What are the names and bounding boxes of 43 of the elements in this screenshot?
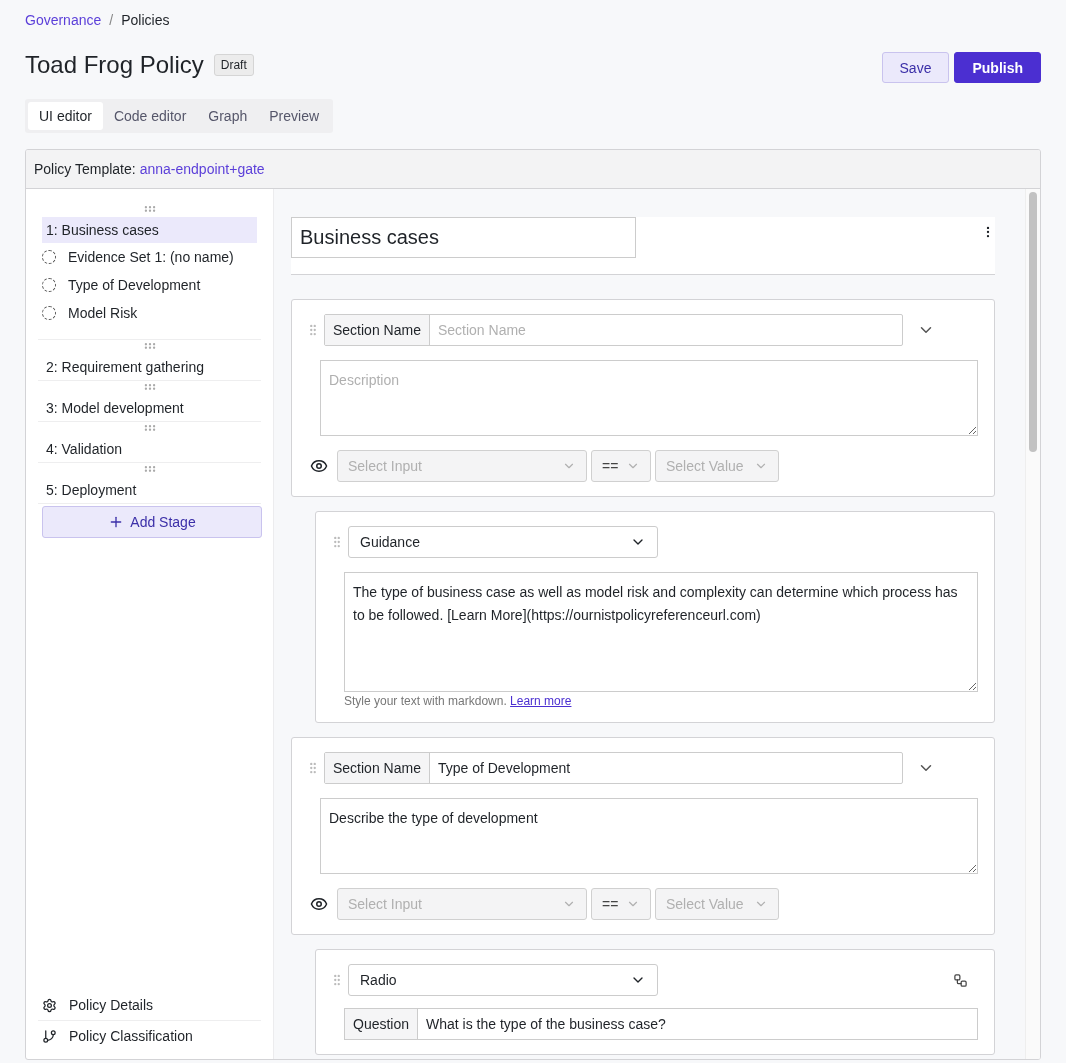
description-field[interactable]: Describe the type of development xyxy=(320,798,978,874)
template-label: Policy Template: xyxy=(34,161,136,177)
evidence-item[interactable]: Evidence Set 1: (no name) xyxy=(68,249,234,265)
stage-title-field[interactable]: Business cases xyxy=(291,217,636,258)
description-field[interactable]: Description xyxy=(320,360,978,436)
breadcrumb-link[interactable]: Governance xyxy=(25,12,102,28)
save-button[interactable]: Save xyxy=(881,52,950,83)
evidence-item[interactable]: Model Risk xyxy=(68,305,138,321)
field-type-dropdown[interactable]: Radio xyxy=(348,964,658,996)
template-link[interactable]: anna-endpoint+gate xyxy=(139,161,265,177)
eye-icon[interactable] xyxy=(310,457,328,475)
markdown-hint: Style your text with markdown. Learn more xyxy=(344,694,573,708)
tab[interactable]: Graph xyxy=(197,102,259,130)
scrollbar-thumb[interactable] xyxy=(1029,192,1037,452)
guidance-text-field[interactable]: The type of business case as well as model risk and complexity can determine which process has to be followed. [Learn More](https://ournistpolicyreferenceurl.com) xyxy=(344,572,978,692)
stage-item[interactable]: 5: Deployment xyxy=(42,477,257,503)
stage-item[interactable]: 3: Model development xyxy=(42,395,257,421)
tab[interactable]: UI editor xyxy=(28,102,103,130)
settings-icon xyxy=(42,997,57,1013)
operator-dropdown[interactable]: == xyxy=(591,888,651,920)
section-name-field[interactable]: Section Name Section Name xyxy=(324,314,903,346)
breadcrumb-current: Policies xyxy=(121,12,170,28)
publish-button[interactable]: Publish xyxy=(954,52,1041,83)
tab[interactable]: Code editor xyxy=(102,102,198,130)
sidebar-link[interactable]: Policy Classification xyxy=(69,1028,193,1044)
branch-icon xyxy=(42,1028,57,1044)
section-name-field[interactable]: Section Name Type of Development xyxy=(324,752,903,784)
field-type-dropdown[interactable]: Guidance xyxy=(348,526,658,558)
add-stage-button[interactable]: Add Stage xyxy=(42,506,262,538)
breadcrumb-separator: / xyxy=(109,12,114,28)
stage-item[interactable]: 4: Validation xyxy=(42,436,257,462)
learn-more-link[interactable]: Learn more xyxy=(510,694,572,708)
eye-icon[interactable] xyxy=(310,895,328,913)
tab[interactable]: Preview xyxy=(258,102,331,130)
branch-icon[interactable] xyxy=(953,972,968,988)
operator-dropdown[interactable]: == xyxy=(591,450,651,482)
status-badge: Draft xyxy=(213,53,254,76)
sidebar-link[interactable]: Policy Details xyxy=(69,997,154,1013)
stage-item[interactable]: 2: Requirement gathering xyxy=(42,354,257,380)
evidence-item[interactable]: Type of Development xyxy=(68,277,201,293)
page-title: Toad Frog Policy xyxy=(25,50,204,79)
stage-item[interactable]: 1: Business cases xyxy=(42,217,257,243)
question-field[interactable]: Question What is the type of the business case? xyxy=(344,1008,978,1040)
